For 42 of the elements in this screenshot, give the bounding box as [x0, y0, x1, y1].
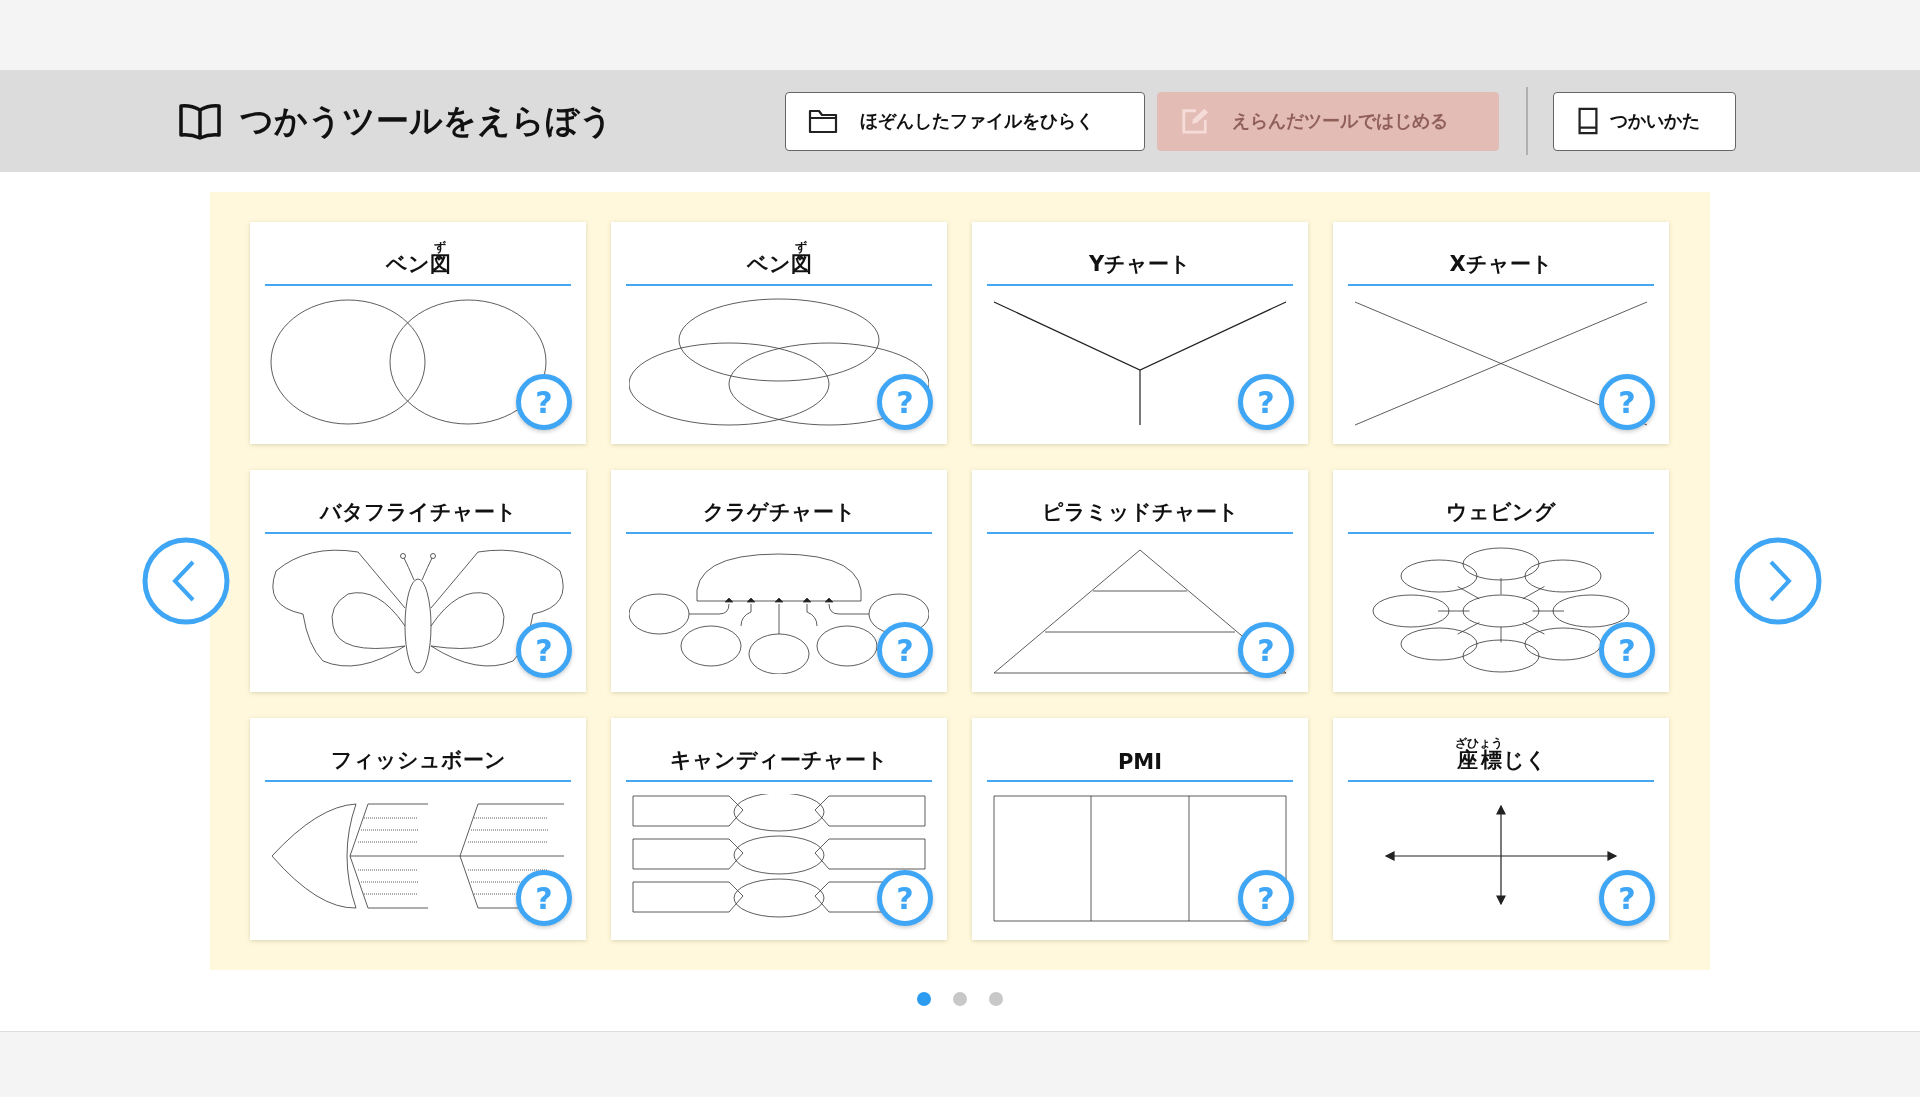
- tool-title: バタフライチャート: [319, 499, 517, 526]
- tool-card[interactable]: バタフライチャート ?: [250, 470, 586, 692]
- connector-line: [1522, 586, 1545, 600]
- open-book-icon: [178, 102, 222, 140]
- page-title: つかうツールをえらぼう: [240, 99, 613, 142]
- notebook-icon: [1576, 107, 1600, 135]
- page-indicator-dot[interactable]: [953, 992, 967, 1006]
- page-indicator-dot[interactable]: [917, 992, 931, 1006]
- tool-title: ベン図 ず: [385, 239, 451, 278]
- tool-title: 座標 ざひょう じく: [1455, 735, 1547, 774]
- tool-card[interactable]: ピラミッドチャート ?: [972, 470, 1308, 692]
- tool-card[interactable]: ウェビング ?: [1333, 470, 1669, 692]
- tool-card[interactable]: Yチャート ?: [972, 222, 1308, 444]
- page-indicator-dot[interactable]: [989, 992, 1003, 1006]
- connector-line: [1500, 577, 1502, 595]
- connector-line: [1437, 610, 1470, 612]
- tool-card[interactable]: クラゲチャート ?: [611, 470, 947, 692]
- tool-title: キャンディーチャート: [670, 747, 888, 774]
- connector-line: [1457, 586, 1480, 600]
- tool-card[interactable]: PMI ?: [972, 718, 1308, 940]
- tool-title: Yチャート: [1088, 251, 1192, 278]
- edit-icon: [1180, 107, 1210, 135]
- tool-card[interactable]: ベン図 ず ?: [250, 222, 586, 444]
- tool-title: クラゲチャート: [702, 499, 856, 526]
- tool-card[interactable]: フィッシュボーン ?: [250, 718, 586, 940]
- tool-title: PMI: [1117, 749, 1163, 774]
- tool-card[interactable]: ベン図 ず ?: [611, 222, 947, 444]
- open-file-button[interactable]: ほぞんしたファイルをひらく: [785, 91, 1145, 151]
- tool-title: Xチャート: [1449, 251, 1553, 278]
- tool-title: ウェビング: [1446, 499, 1556, 526]
- connector-line: [1457, 622, 1480, 635]
- connector-line: [1522, 622, 1545, 635]
- guide-button[interactable]: つかいかた: [1553, 91, 1736, 151]
- connector-line: [1532, 610, 1565, 612]
- connector-line: [1500, 626, 1502, 643]
- tool-title: フィッシュボーン: [330, 747, 506, 774]
- folder-icon: [808, 107, 838, 135]
- tool-card[interactable]: キャンディーチャート ?: [611, 718, 947, 940]
- tool-card[interactable]: 座標 ざひょう じく ?: [1333, 718, 1669, 940]
- tool-title: ベン図 ず: [746, 239, 812, 278]
- tool-card[interactable]: Xチャート ?: [1333, 222, 1669, 444]
- tool-title: ピラミッドチャート: [1041, 499, 1239, 526]
